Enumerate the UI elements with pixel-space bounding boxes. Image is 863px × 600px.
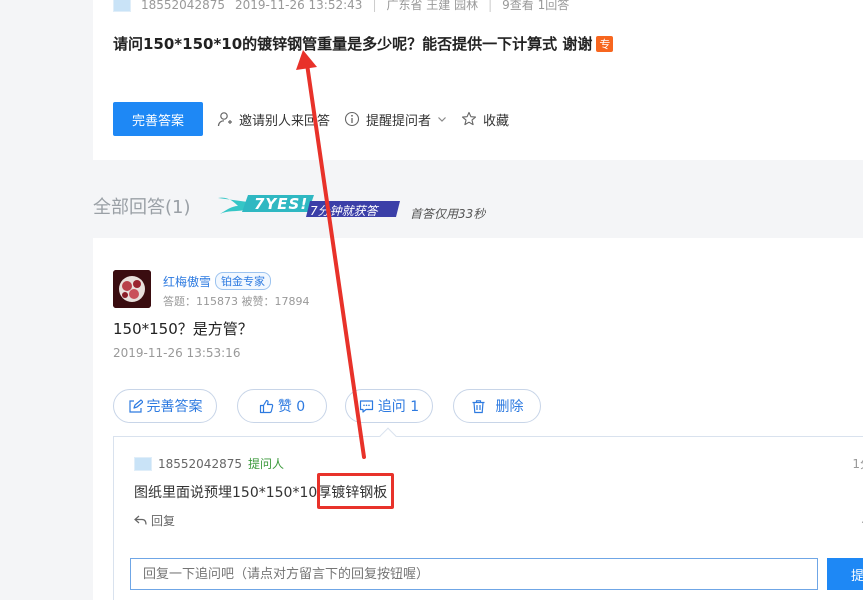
chevron-down-icon: [438, 117, 446, 122]
first-answer-note: 首答仅用33秒: [410, 207, 486, 221]
question-title: 请问150*150*10的镀锌钢管重量是多少呢？能否提供一下计算式 谢谢专: [113, 33, 614, 54]
question-location: 广东省 王建 园林: [386, 0, 479, 12]
all-answers-heading: 全部回答(1): [93, 197, 191, 218]
yes-promo-badge: 7YES! 7分钟就获答: [218, 192, 403, 220]
improve-answer-button[interactable]: 完善答案: [113, 102, 203, 136]
answerer-name[interactable]: 红梅傲雪: [163, 273, 211, 290]
invite-answer-label: 邀请别人来回答: [239, 113, 331, 129]
person-add-icon: [217, 112, 232, 127]
improve-answer-pill[interactable]: 完善答案: [113, 389, 217, 423]
followup-pill[interactable]: 追问 1: [345, 389, 433, 423]
delete-label: 删除: [495, 399, 524, 415]
invite-answer-link[interactable]: 邀请别人来回答: [217, 110, 330, 129]
collect-link[interactable]: 收藏: [461, 110, 509, 129]
question-actions: 完善答案 邀请别人来回答 提醒提问者 收藏: [113, 102, 509, 136]
professional-badge: 专: [596, 36, 614, 52]
answerer-info: 红梅傲雪 铂金专家: [163, 272, 272, 290]
asker-tag: 提问人: [247, 457, 284, 471]
avatar-image: [113, 270, 151, 308]
remind-asker-link[interactable]: 提醒提问者: [344, 110, 447, 129]
panel-pointer: [379, 427, 397, 445]
yes-logo-text: 7YES!: [254, 195, 309, 213]
divider: |: [488, 0, 493, 12]
answer-text: 150*150？是方管？: [113, 320, 253, 338]
followup-user: 18552042875 提问人: [134, 455, 284, 472]
divider: |: [372, 0, 377, 12]
followup-avatar[interactable]: [134, 456, 152, 471]
like-pill[interactable]: 赞 0: [237, 389, 327, 423]
reply-label: 回复: [151, 514, 176, 528]
reply-icon: [134, 515, 147, 525]
asker-avatar[interactable]: [113, 0, 131, 12]
annotation-highlight-box: [317, 473, 394, 509]
answerer-avatar[interactable]: [113, 270, 151, 308]
followup-time: 1分: [852, 457, 863, 471]
question-card: 18552042875 2019-11-26 13:52:43 | 广东省 王建…: [93, 0, 863, 160]
asker-name[interactable]: 18552042875: [141, 0, 225, 12]
delete-pill[interactable]: 删除: [453, 389, 541, 423]
edit-icon: [128, 398, 143, 413]
answerer-stats: 答题：115873 被赞：17894: [163, 295, 310, 308]
improve-answer-label: 完善答案: [146, 399, 203, 415]
answer-time: 2019-11-26 13:53:16: [113, 346, 241, 360]
expert-badge: 铂金专家: [215, 272, 272, 290]
answer-card: 红梅傲雪 铂金专家 答题：115873 被赞：17894 150*150？是方管…: [93, 238, 863, 600]
thumbs-up-icon: [259, 399, 274, 413]
reply-submit-button[interactable]: 提: [827, 558, 863, 590]
followup-panel: 18552042875 提问人 1分 图纸里面说预埋150*150*10厚镀锌钢…: [113, 427, 863, 600]
remind-asker-label: 提醒提问者: [366, 113, 432, 129]
question-title-text: 请问150*150*10的镀锌钢管重量是多少呢？能否提供一下计算式 谢谢: [113, 35, 593, 53]
followup-label: 追问 1: [377, 399, 420, 415]
reply-link[interactable]: 回复: [134, 512, 175, 529]
question-stats: 9查看 1回答: [502, 0, 570, 12]
comment-icon: [359, 399, 373, 413]
question-meta: 18552042875 2019-11-26 13:52:43 | 广东省 王建…: [113, 0, 569, 13]
info-icon: [344, 111, 360, 127]
question-date: 2019-11-26 13:52:43: [234, 0, 363, 12]
trash-icon: [472, 399, 484, 413]
star-icon: [461, 111, 477, 126]
like-label: 赞 0: [277, 399, 306, 415]
followup-username[interactable]: 18552042875: [158, 457, 242, 471]
collect-label: 收藏: [483, 113, 510, 129]
reply-input[interactable]: [130, 558, 818, 590]
yes-slogan-text: 7分钟就获答: [310, 204, 378, 218]
